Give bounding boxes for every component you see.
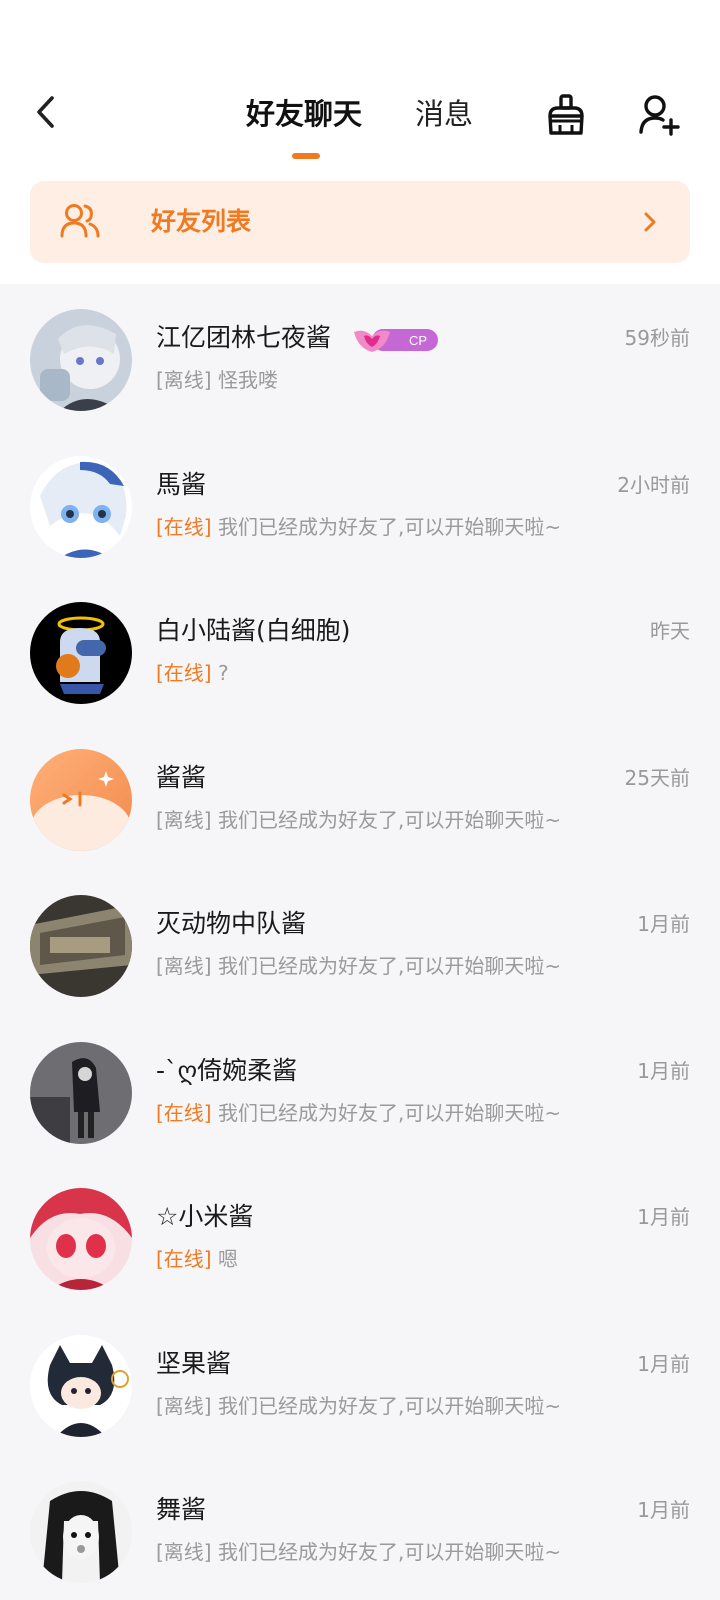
contact-name: 灭动物中队酱 [156,909,307,938]
back-arrow-icon [37,96,54,128]
add-friend-button[interactable] [634,90,684,140]
last-message: 我们已经成为好友了,可以开始聊天啦~ [217,1393,562,1418]
last-message: ? [217,661,229,685]
back-button[interactable] [26,92,66,132]
avatar[interactable] [30,602,132,704]
last-message: 我们已经成为好友了,可以开始聊天啦~ [217,1100,562,1125]
avatar[interactable] [30,1334,132,1437]
contact-name: 舞酱 [156,1495,207,1524]
photo-avatar-image [30,895,132,997]
last-message: 我们已经成为好友了,可以开始聊天啦~ [217,1540,562,1564]
avatar[interactable] [30,1481,132,1583]
chat-row[interactable]: 酱酱 25天前 [离线] 我们已经成为好友了,可以开始聊天啦~ [0,724,720,871]
last-message-time: 1月前 [637,1351,690,1376]
message-preview: [离线] 我们已经成为好友了,可以开始聊天啦~ [156,950,561,982]
online-status: [离线] [156,1540,212,1564]
crewmate-avatar-image [30,602,132,704]
last-message-time: 昨天 [650,619,690,643]
message-preview: [离线] 我们已经成为好友了,可以开始聊天啦~ [156,804,561,836]
last-message: 怪我喽 [217,368,278,392]
avatar[interactable] [30,748,132,851]
online-status: [离线] [156,1393,212,1418]
contact-name: 酱酱 [156,762,207,792]
online-status: [在线] [156,514,212,539]
message-preview: [在线] 我们已经成为好友了,可以开始聊天啦~ [156,1097,561,1129]
active-tab-indicator [292,153,320,159]
message-preview: [在线] ? [156,657,229,689]
message-preview: [离线] 我们已经成为好友了,可以开始聊天啦~ [156,1390,561,1422]
avatar[interactable] [30,1041,132,1144]
online-status: [在线] [156,1247,212,1271]
cp-badge: CP [354,329,438,352]
friend-list-entry[interactable]: 好友列表 [30,181,690,263]
broom-icon [548,94,584,135]
last-message: 我们已经成为好友了,可以开始聊天啦~ [217,514,562,539]
contact-name: ☆小米酱 [156,1202,254,1231]
friend-list-label: 好友列表 [151,207,252,236]
contact-name: 坚果酱 [156,1348,232,1378]
online-status: [离线] [156,954,212,978]
last-message-time: 1月前 [637,1058,690,1083]
online-status: [离线] [156,807,212,832]
chat-list: 江亿团林七夜酱 CP 59秒前 [离线] 怪我喽 馬酱 2小时前 [在线] 我们… [0,284,720,1600]
chat-row[interactable]: 舞酱 1月前 [离线] 我们已经成为好友了,可以开始聊天啦~ [0,1456,720,1600]
contact-name: 白小陆酱(白细胞) [156,616,351,645]
last-message-time: 1月前 [637,1205,690,1229]
last-message-time: 25天前 [624,765,690,790]
message-preview: [离线] 怪我喽 [156,364,278,396]
avatar[interactable] [30,895,132,997]
online-status: [在线] [156,1100,212,1125]
contact-name: 江亿团林七夜酱 [156,323,332,352]
chat-row[interactable]: 馬酱 2小时前 [在线] 我们已经成为好友了,可以开始聊天啦~ [0,431,720,578]
tab-messages[interactable]: 消息 [415,92,473,136]
anime-avatar-image [30,309,132,411]
default-avatar-image [30,748,132,851]
contact-name: 馬酱 [156,469,207,499]
anime-avatar-image [30,1041,132,1144]
chat-row[interactable]: 白小陆酱(白细胞) 昨天 [在线] ? [0,577,720,724]
chat-row[interactable]: 江亿团林七夜酱 CP 59秒前 [离线] 怪我喽 [0,284,720,431]
message-preview: [离线] 我们已经成为好友了,可以开始聊天啦~ [156,1536,561,1568]
chat-row[interactable]: -`ღ倚婉柔酱 1月前 [在线] 我们已经成为好友了,可以开始聊天啦~ [0,1017,720,1164]
add-user-icon [639,95,680,136]
avatar[interactable] [30,455,132,558]
last-message-time: 1月前 [637,912,690,936]
last-message-time: 2小时前 [617,472,690,497]
cp-badge-text: CP [409,333,427,348]
chat-row[interactable]: 坚果酱 1月前 [离线] 我们已经成为好友了,可以开始聊天啦~ [0,1310,720,1457]
clean-button[interactable] [541,90,591,140]
top-bar: 好友聊天 消息 好友列表 [0,0,720,284]
last-message: 嗯 [217,1247,238,1271]
anime-avatar-image [30,455,132,558]
avatar[interactable] [30,309,132,411]
message-preview: [在线] 嗯 [156,1243,238,1275]
contact-name: -`ღ倚婉柔酱 [156,1055,298,1085]
last-message-time: 1月前 [637,1498,690,1522]
tab-friend-chat[interactable]: 好友聊天 [246,92,362,136]
chat-row[interactable]: 灭动物中队酱 1月前 [离线] 我们已经成为好友了,可以开始聊天啦~ [0,870,720,1017]
chat-row[interactable]: ☆小米酱 1月前 [在线] 嗯 [0,1163,720,1310]
message-preview: [在线] 我们已经成为好友了,可以开始聊天啦~ [156,511,561,543]
online-status: [在线] [156,661,212,685]
users-icon [60,204,100,238]
chevron-right-icon [644,212,656,232]
anime-avatar-image [30,1481,132,1583]
last-message: 我们已经成为好友了,可以开始聊天啦~ [217,807,562,832]
online-status: [离线] [156,368,212,392]
last-message-time: 59秒前 [624,326,690,350]
anime-avatar-image [30,1188,132,1290]
last-message: 我们已经成为好友了,可以开始聊天啦~ [217,954,562,978]
anime-avatar-image [30,1334,132,1437]
avatar[interactable] [30,1188,132,1290]
